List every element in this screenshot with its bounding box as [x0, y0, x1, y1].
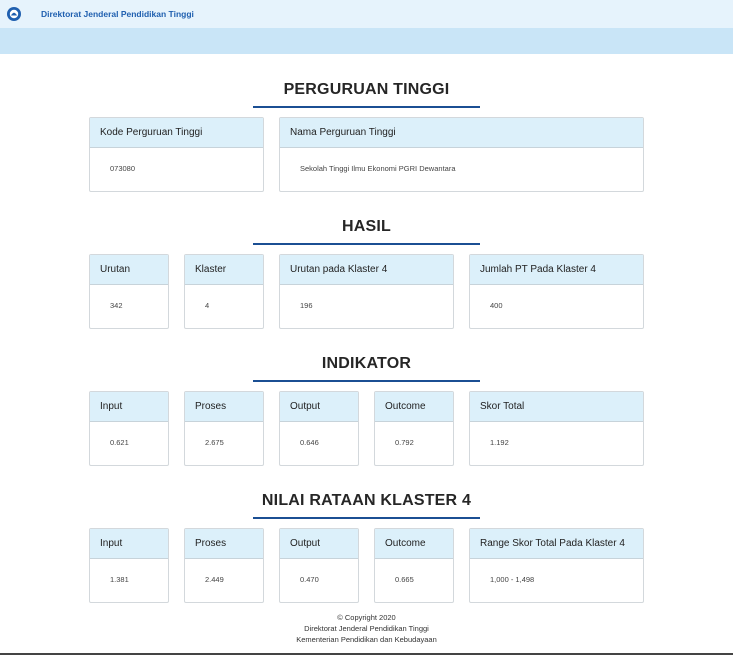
top-navbar: Direktorat Jenderal Pendidikan Tinggi: [0, 0, 733, 28]
tut-wuri-logo-icon[interactable]: [7, 7, 21, 21]
card-output: Output 0.646: [279, 391, 359, 466]
card-label: Nama Perguruan Tinggi: [280, 118, 643, 148]
card-rataan-output: Output 0.470: [279, 528, 359, 603]
footer-ministry: Kementerian Pendidikan dan Kebudayaan: [296, 635, 437, 644]
card-value: 1.192: [490, 438, 509, 447]
section-title-nilai-rataan: NILAI RATAAN KLASTER 4: [261, 492, 472, 509]
card-value: 0.792: [395, 438, 414, 447]
card-outcome: Outcome 0.792: [374, 391, 454, 466]
card-label: Jumlah PT Pada Klaster 4: [470, 255, 643, 285]
card-value: 400: [490, 301, 503, 310]
card-value: 073080: [110, 164, 136, 173]
section-underline: [253, 106, 480, 108]
footer-org: Direktorat Jenderal Pendidikan Tinggi: [304, 624, 429, 633]
card-label: Input: [90, 392, 168, 422]
card-value: 0.665: [395, 575, 414, 584]
card-value: 196: [300, 301, 313, 310]
card-urutan-klaster: Urutan pada Klaster 4 196: [279, 254, 454, 329]
section-underline: [253, 380, 480, 382]
brand-link[interactable]: Direktorat Jenderal Pendidikan Tinggi: [41, 9, 194, 19]
card-rataan-proses: Proses 2.449: [184, 528, 264, 603]
card-label: Urutan pada Klaster 4: [280, 255, 453, 285]
card-value: 2.675: [205, 438, 224, 447]
card-label: Proses: [185, 529, 263, 559]
card-rataan-outcome: Outcome 0.665: [374, 528, 454, 603]
card-label: Output: [280, 392, 358, 422]
card-value: 0.470: [300, 575, 319, 584]
card-value: 2.449: [205, 575, 224, 584]
card-kode-pt: Kode Perguruan Tinggi 073080: [89, 117, 264, 192]
card-value: Sekolah Tinggi Ilmu Ekonomi PGRI Dewanta…: [300, 164, 456, 173]
card-value: 0.621: [110, 438, 129, 447]
card-value: 1,000 - 1,498: [490, 575, 535, 584]
card-value: 0.646: [300, 438, 319, 447]
card-value: 1.381: [110, 575, 129, 584]
card-proses: Proses 2.675: [184, 391, 264, 466]
card-skor-total: Skor Total 1.192: [469, 391, 644, 466]
footer: © Copyright 2020 Direktorat Jenderal Pen…: [0, 612, 733, 645]
card-label: Outcome: [375, 529, 453, 559]
card-rataan-input: Input 1.381: [89, 528, 169, 603]
section-underline: [253, 243, 480, 245]
card-range-skor: Range Skor Total Pada Klaster 4 1,000 - …: [469, 528, 644, 603]
section-underline: [253, 517, 480, 519]
footer-copyright: © Copyright 2020: [337, 613, 396, 622]
section-title-hasil: HASIL: [342, 218, 391, 235]
section-title-indikator: INDIKATOR: [321, 355, 412, 372]
card-label: Range Skor Total Pada Klaster 4: [470, 529, 643, 559]
card-nama-pt: Nama Perguruan Tinggi Sekolah Tinggi Ilm…: [279, 117, 644, 192]
card-label: Outcome: [375, 392, 453, 422]
card-label: Input: [90, 529, 168, 559]
card-value: 4: [205, 301, 210, 310]
card-label: Output: [280, 529, 358, 559]
card-label: Klaster: [185, 255, 263, 285]
card-input: Input 0.621: [89, 391, 169, 466]
section-title-perguruan-tinggi: PERGURUAN TINGGI: [283, 81, 450, 98]
card-label: Proses: [185, 392, 263, 422]
card-urutan: Urutan 342: [89, 254, 169, 329]
card-label: Urutan: [90, 255, 168, 285]
card-label: Kode Perguruan Tinggi: [90, 118, 263, 148]
card-value: 342: [110, 301, 123, 310]
card-klaster: Klaster 4: [184, 254, 264, 329]
sub-navbar: [0, 28, 733, 54]
card-label: Skor Total: [470, 392, 643, 422]
card-jumlah-pt: Jumlah PT Pada Klaster 4 400: [469, 254, 644, 329]
